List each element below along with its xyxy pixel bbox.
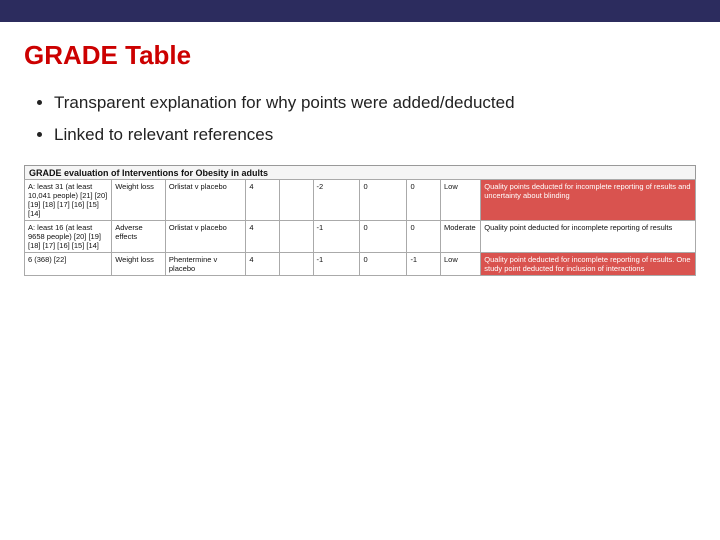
bullet-2: Linked to relevant references (54, 123, 696, 147)
r2-directness: 0 (360, 220, 407, 252)
r2-quality (279, 220, 313, 252)
r3-directness: 0 (360, 252, 407, 275)
r2-effect: 0 (407, 220, 441, 252)
r1-grade: Low (440, 179, 480, 220)
r1-outcome: Weight loss (112, 179, 166, 220)
r1-quality (279, 179, 313, 220)
top-bar (0, 0, 720, 22)
r3-effect: -1 (407, 252, 441, 275)
r3-comment: Quality point deducted for incomplete re… (481, 252, 696, 275)
r3-grade: Low (440, 252, 480, 275)
grade-table-title: GRADE evaluation of Interventions for Ob… (24, 165, 696, 180)
r3-comparison: Phentermine v placebo (165, 252, 246, 275)
r1-studies: A: least 31 (at least 10,041 people) [21… (25, 179, 112, 220)
grade-table-section: GRADE evaluation of Interventions for Ob… (24, 165, 696, 276)
r2-evidence: 4 (246, 220, 280, 252)
r2-studies: A: least 16 (at least 9658 people) [20] … (25, 220, 112, 252)
data-row-1: A: least 31 (at least 10,041 people) [21… (25, 179, 696, 220)
bullet-list: Transparent explanation for why points w… (54, 91, 696, 147)
r2-outcome: Adverse effects (112, 220, 166, 252)
r1-evidence: 4 (246, 179, 280, 220)
r1-directness: 0 (360, 179, 407, 220)
r2-comparison: Orlistat v placebo (165, 220, 246, 252)
r3-outcome: Weight loss (112, 252, 166, 275)
grade-table-full: A: least 31 (at least 10,041 people) [21… (24, 179, 696, 276)
r1-comment: Quality points deducted for incomplete r… (481, 179, 696, 220)
r3-quality (279, 252, 313, 275)
page-title: GRADE Table (24, 40, 696, 71)
r1-effect: 0 (407, 179, 441, 220)
r2-grade: Moderate (440, 220, 480, 252)
r3-evidence: 4 (246, 252, 280, 275)
r3-studies: 6 (368) [22] (25, 252, 112, 275)
r3-consistency: -1 (313, 252, 360, 275)
r2-comment: Quality point deducted for incomplete re… (481, 220, 696, 252)
r1-consistency: -2 (313, 179, 360, 220)
data-row-2: A: least 16 (at least 9658 people) [20] … (25, 220, 696, 252)
r2-consistency: -1 (313, 220, 360, 252)
data-row-3: 6 (368) [22] Weight loss Phentermine v p… (25, 252, 696, 275)
r1-comparison: Orlistat v placebo (165, 179, 246, 220)
main-content: GRADE Table Transparent explanation for … (0, 22, 720, 286)
bullet-1: Transparent explanation for why points w… (54, 91, 696, 115)
